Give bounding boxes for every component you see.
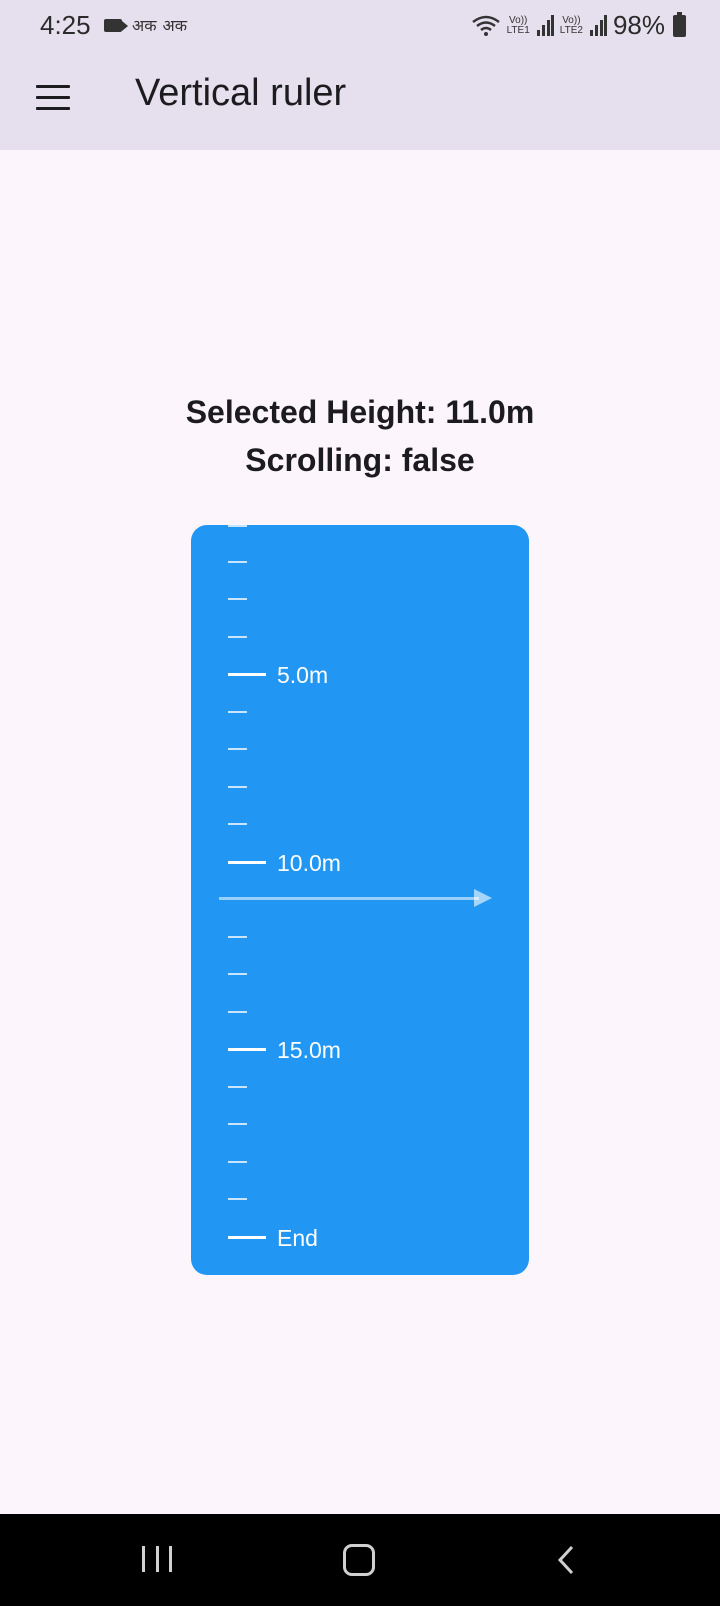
ruler-tick [228,711,247,713]
ruler-tick [228,1161,247,1163]
signal-icon-sim2 [589,14,607,36]
ruler-tick [228,561,247,563]
ruler-tick-major [228,861,266,864]
ruler-tick [228,525,247,527]
ruler-label-10: 10.0m [277,850,341,876]
ruler-label-end: End [277,1225,318,1251]
ruler-tick [228,1011,247,1013]
notification-glyph-2: अक [162,18,188,35]
signal-icon-sim1 [536,14,554,36]
status-bar: 4:25 अक अक Vo)) LTE1 Vo)) LTE2 98% [0,0,720,50]
status-right: Vo)) LTE1 Vo)) LTE2 98% [471,10,686,41]
navigation-bar [0,1514,720,1606]
vertical-ruler[interactable]: 5.0m 10.0m 15.0m End [191,525,529,1275]
ruler-tick [228,598,247,600]
ruler-tick-major [228,1236,266,1239]
battery-percent: 98% [612,10,665,40]
ruler-tick [228,1123,247,1125]
home-icon[interactable] [343,1544,375,1576]
battery-icon [673,11,686,37]
selected-height-text: Selected Height: 11.0m [185,394,535,430]
sim1-network-label: Vo)) LTE1 [506,14,530,36]
page-title: Vertical ruler [135,72,347,114]
ruler-label-5: 5.0m [277,662,329,688]
notification-glyph-1: अक [132,18,157,35]
status-time: 4:25 [40,10,91,40]
ruler-tick [228,786,247,788]
recent-apps-icon[interactable] [142,1546,172,1572]
selection-indicator-line [219,897,479,900]
app-bar: Vertical ruler [0,50,720,150]
back-icon[interactable] [552,1544,584,1576]
status-left-icons: अक अक [104,14,187,36]
ruler-tick [228,1198,247,1200]
ruler-tick-major [228,673,266,676]
video-camera-icon [104,18,128,32]
scrolling-status-text: Scrolling: false [245,442,475,478]
ruler-tick [228,973,247,975]
wifi-icon [471,15,500,36]
sim2-network-label: Vo)) LTE2 [559,14,583,36]
ruler-tick [228,936,247,938]
ruler-tick-major [228,1048,266,1051]
menu-icon[interactable] [36,85,70,111]
ruler-tick [228,1086,247,1088]
ruler-tick [228,823,247,825]
ruler-tick [228,636,247,638]
ruler-tick [228,748,247,750]
arrow-right-icon [474,889,492,907]
ruler-label-15: 15.0m [277,1037,341,1063]
